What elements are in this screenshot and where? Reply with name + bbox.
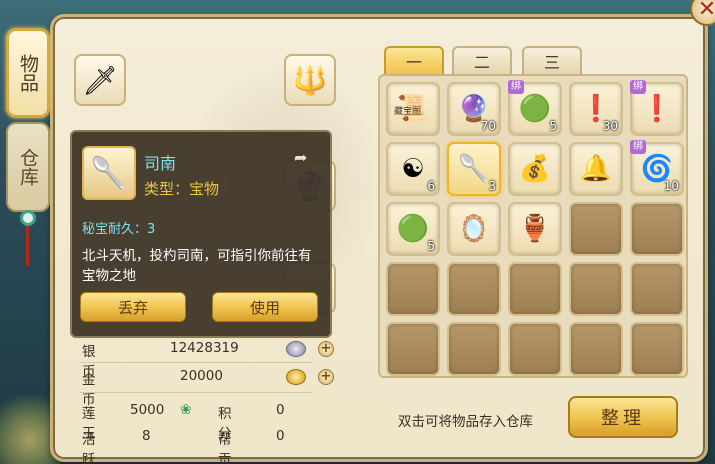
bag-slot[interactable]: 🌀 10 绑	[630, 140, 684, 196]
item-description: 北斗天机，投杓司南，可指引你前往有宝物之地	[82, 248, 312, 284]
item-count: 30	[602, 119, 618, 133]
sort-button[interactable]: 整理	[568, 396, 678, 438]
huoyue-value: 8	[142, 428, 151, 444]
bag-slot[interactable]: ❗ 绑	[630, 80, 684, 136]
bag-slot[interactable]	[569, 202, 623, 256]
bound-badge: 绑	[508, 80, 524, 94]
huoyue-label: 活跃	[82, 432, 96, 464]
item-name: 司南	[144, 154, 177, 173]
daggers-icon: 🗡	[82, 63, 118, 97]
bag-slot[interactable]	[508, 262, 562, 316]
item-count: 10	[663, 179, 679, 193]
bag-slot[interactable]	[447, 322, 501, 376]
item-count: 6	[427, 179, 435, 193]
bag-slot[interactable]: 🏺	[508, 202, 562, 256]
bag-slot[interactable]: ☯ 6	[386, 142, 440, 196]
hint-text: 双击可将物品存入仓库	[398, 414, 533, 430]
gold-value: 20000	[180, 368, 223, 384]
tab-warehouse-label: 仓库	[17, 148, 39, 186]
bag-slot[interactable]	[447, 262, 501, 316]
bag-slot[interactable]	[386, 262, 440, 316]
bag-slot[interactable]	[508, 322, 562, 376]
bag-slot[interactable]: ❗ 30	[569, 82, 623, 136]
bag-slot[interactable]: 🟢 5 绑	[508, 80, 562, 136]
bag-slot[interactable]: 📜 藏宝图	[386, 82, 440, 136]
add-gold-button[interactable]: +	[318, 369, 334, 385]
banggong-value: 0	[276, 428, 285, 444]
scepter-icon: 🔱	[292, 63, 328, 97]
equip-slot-weapon[interactable]: 🗡	[74, 54, 126, 106]
money-bag-icon: 💰	[518, 154, 552, 184]
vase-icon: 🏺	[518, 214, 552, 244]
lotus-icon: ❀	[180, 402, 192, 418]
share-icon[interactable]: ➦	[294, 148, 320, 168]
bag-slot[interactable]	[569, 262, 623, 316]
bag-slot[interactable]	[630, 322, 684, 376]
bell-icon: 🔔	[579, 154, 613, 184]
mirror-icon: 🪞	[457, 214, 491, 244]
banggong-label: 帮贡	[218, 432, 232, 464]
bag-slot[interactable]: 🔮 70	[447, 82, 501, 136]
bag-tab-1[interactable]: 一	[384, 46, 444, 74]
item-count: 70	[480, 119, 496, 133]
gold-coin-icon	[286, 369, 306, 385]
tab-warehouse[interactable]: 仓库	[6, 122, 50, 212]
item-durability: 秘宝耐久：3	[82, 222, 156, 237]
bag-slot[interactable]: 🔔	[569, 142, 623, 196]
bag-slot[interactable]: 🪞	[447, 202, 501, 256]
item-count: 5	[427, 239, 435, 253]
bag-slot[interactable]: 🥄 3	[447, 142, 501, 196]
silver-coin-icon	[286, 341, 306, 357]
bag-tab-2[interactable]: 二	[452, 46, 512, 74]
bag-slot[interactable]	[569, 322, 623, 376]
tab-items-label: 物品	[17, 54, 39, 92]
item-type: 类型：宝物	[144, 180, 220, 198]
bag-slot[interactable]: 💰	[508, 142, 562, 196]
jifen-value: 0	[276, 402, 285, 418]
close-icon: ✕	[697, 0, 715, 22]
bag-slot[interactable]: 🟢 5	[386, 202, 440, 256]
bag-grid: 📜 藏宝图 🔮 70 🟢 5 绑 ❗ 30 ❗ 绑 ☯ 6 🥄 3 💰 🔔 🌀 10 绑 🟢 5 🪞 🏺	[378, 74, 688, 378]
equip-slot-scepter[interactable]: 🔱	[284, 54, 336, 106]
compass-spoon-icon: 🥄	[82, 146, 136, 200]
stat-divider	[80, 362, 312, 363]
bag-slot[interactable]	[386, 322, 440, 376]
bag-tab-3[interactable]: 三	[522, 46, 582, 74]
tab-items[interactable]: 物品	[6, 28, 50, 118]
lianyu-value: 5000	[130, 402, 165, 418]
use-button[interactable]: 使用	[212, 292, 318, 322]
tassel-decoration	[20, 210, 36, 270]
item-count: 3	[488, 179, 496, 193]
silver-value: 12428319	[170, 340, 239, 356]
bag-slot[interactable]	[630, 262, 684, 316]
bound-badge: 绑	[630, 140, 646, 154]
stat-divider	[80, 392, 312, 393]
item-tooltip: 🥄 司南 类型：宝物 ➦ 秘宝耐久：3 北斗天机，投杓司南，可指引你前往有宝物之…	[70, 130, 332, 338]
bound-badge: 绑	[630, 80, 646, 94]
add-silver-button[interactable]: +	[318, 341, 334, 357]
discard-button[interactable]: 丢弃	[80, 292, 186, 322]
item-label: 藏宝图	[394, 107, 422, 117]
bag-slot[interactable]	[630, 202, 684, 256]
item-count: 5	[549, 119, 557, 133]
